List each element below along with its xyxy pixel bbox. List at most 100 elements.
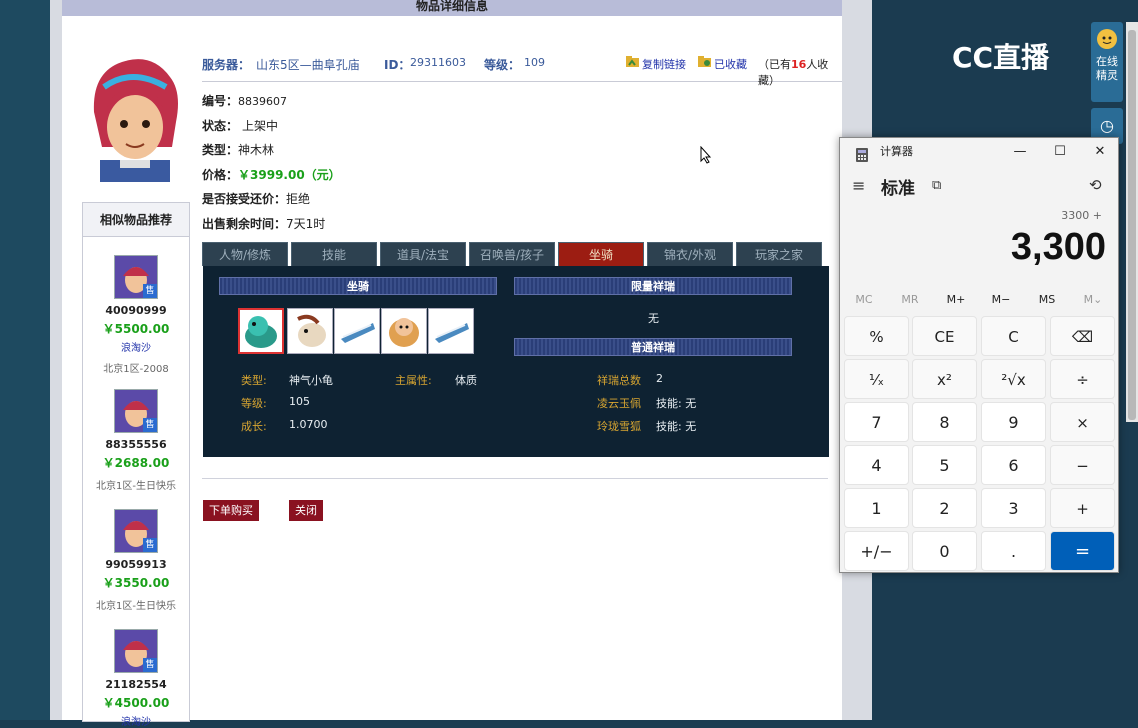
backspace-key[interactable]: ⌫	[1050, 316, 1115, 356]
tab-home[interactable]: 玩家之家	[736, 242, 822, 266]
fav-count: 16	[791, 58, 807, 71]
server-name: 北京1区-生日快乐	[96, 481, 176, 492]
item-thumbnail[interactable]: 售	[114, 255, 158, 299]
digit-6-key[interactable]: 6	[981, 445, 1046, 485]
item-price: ￥2688.00	[102, 456, 170, 470]
memory-subtract-button[interactable]: M−	[979, 293, 1023, 306]
info-row-number: 编号：8839607	[202, 92, 341, 117]
info-key: 编号：	[202, 94, 239, 108]
maximize-button[interactable]: ☐	[1040, 138, 1080, 166]
divide-key[interactable]: ÷	[1050, 359, 1115, 399]
info-key: 是否接受还价：	[202, 192, 287, 206]
copy-link-icon	[626, 56, 640, 71]
memory-list-button[interactable]: M⌄	[1071, 293, 1115, 306]
add-key[interactable]: +	[1050, 488, 1115, 528]
online-assistant-tab[interactable]: 在线精灵	[1091, 22, 1123, 102]
keep-on-top-icon[interactable]: ⧉	[932, 178, 941, 193]
info-value: 拒绝	[286, 192, 311, 206]
seller-link[interactable]: 浪淘沙	[83, 339, 189, 354]
history-icon[interactable]: ⟲	[1089, 176, 1102, 194]
similar-item[interactable]: 售 40090999 ￥5500.00 浪淘沙 北京1区-2008	[83, 255, 189, 375]
square-key[interactable]: x²	[912, 359, 977, 399]
digit-9-key[interactable]: 9	[981, 402, 1046, 442]
hamburger-menu-icon[interactable]: ≡	[852, 176, 865, 195]
close-button[interactable]: 关闭	[289, 500, 323, 521]
mouse-cursor-icon	[700, 145, 712, 167]
tab-items[interactable]: 道具/法宝	[380, 242, 466, 266]
id-value: 29311603	[410, 56, 466, 69]
mount-slot[interactable]	[238, 308, 284, 354]
square-root-key[interactable]: ²√x	[981, 359, 1046, 399]
digit-0-key[interactable]: 0	[912, 531, 977, 571]
digit-5-key[interactable]: 5	[912, 445, 977, 485]
decimal-key[interactable]: .	[981, 531, 1046, 571]
attr-level-value: 105	[289, 395, 310, 408]
mount-slot[interactable]	[334, 308, 380, 354]
memory-store-button[interactable]: MS	[1025, 293, 1069, 306]
info-value: 神木林	[238, 143, 275, 157]
mount-slot[interactable]	[428, 308, 474, 354]
tab-skills[interactable]: 技能	[291, 242, 377, 266]
scrollbar-thumb[interactable]	[1128, 30, 1136, 420]
digit-7-key[interactable]: 7	[844, 402, 909, 442]
tab-outfits[interactable]: 锦衣/外观	[647, 242, 733, 266]
seller-link[interactable]: 浪淘沙	[83, 713, 189, 728]
multiply-key[interactable]: ×	[1050, 402, 1115, 442]
subtract-key[interactable]: −	[1050, 445, 1115, 485]
attr-type-value: 神气小龟	[289, 374, 333, 387]
minimize-button[interactable]: —	[1000, 138, 1040, 166]
left-margin	[50, 0, 62, 720]
digit-8-key[interactable]: 8	[912, 402, 977, 442]
buy-button[interactable]: 下单购买	[203, 500, 259, 521]
equals-key[interactable]: =	[1050, 531, 1115, 571]
memory-clear-button[interactable]: MC	[842, 293, 886, 306]
server-name: 北京1区-生日快乐	[96, 601, 176, 612]
digit-2-key[interactable]: 2	[912, 488, 977, 528]
sale-tag: 售	[143, 284, 157, 298]
negate-key[interactable]: +/−	[844, 531, 909, 571]
percent-key[interactable]: %	[844, 316, 909, 356]
attr-level-label: 等级:	[241, 397, 267, 410]
tab-summons[interactable]: 召唤兽/孩子	[469, 242, 555, 266]
calculator-expression: 3300 +	[1061, 209, 1102, 222]
tab-character[interactable]: 人物/修炼	[202, 242, 288, 266]
item-thumbnail[interactable]: 售	[114, 629, 158, 673]
item-id: 99059913	[105, 558, 167, 571]
similar-item[interactable]: 售 21182554 ￥4500.00 浪淘沙	[83, 629, 189, 728]
limited-band: 限量祥瑞	[514, 277, 792, 295]
clear-key[interactable]: C	[981, 316, 1046, 356]
digit-3-key[interactable]: 3	[981, 488, 1046, 528]
clear-entry-key[interactable]: CE	[912, 316, 977, 356]
favorited-button[interactable]: 已收藏	[714, 56, 747, 72]
server-value: 山东5区—曲阜孔庙	[256, 58, 360, 72]
similar-items-panel: 相似物品推荐 售 40090999 ￥5500.00 浪淘沙 北京1区-2008…	[82, 202, 190, 728]
digit-1-key[interactable]: 1	[844, 488, 909, 528]
lucky-item-2-label: 玲珑雪狐	[597, 420, 641, 433]
mount-band: 坐骑	[219, 277, 497, 295]
lucky-item-2-value: 技能: 无	[656, 420, 697, 433]
info-key: 价格：	[202, 167, 239, 182]
similar-item[interactable]: 售 99059913 ￥3550.00 北京1区-生日快乐	[83, 509, 189, 612]
calculator-titlebar[interactable]: 计算器 — ☐ ✕	[840, 138, 1118, 166]
info-key: 出售剩余时间：	[202, 216, 287, 231]
item-thumbnail[interactable]: 售	[114, 389, 158, 433]
tab-mounts[interactable]: 坐骑	[558, 242, 644, 266]
item-thumbnail[interactable]: 售	[114, 509, 158, 553]
item-price: ￥3550.00	[102, 576, 170, 590]
memory-recall-button[interactable]: MR	[888, 293, 932, 306]
info-row-time-left: 出售剩余时间：7天1时	[202, 215, 341, 240]
normal-band: 普通祥瑞	[514, 338, 792, 356]
mount-slot[interactable]	[287, 308, 333, 354]
page-scrollbar[interactable]	[1126, 22, 1138, 422]
copy-link-button[interactable]: 复制链接	[642, 56, 686, 72]
mount-slot[interactable]	[381, 308, 427, 354]
digit-4-key[interactable]: 4	[844, 445, 909, 485]
memory-add-button[interactable]: M+	[934, 293, 978, 306]
attr-growth-label: 成长:	[241, 420, 267, 433]
mount-panel: 坐骑 限量祥瑞 无 普通祥瑞 类型: 神气小龟 等级: 105 成长: 1.07…	[203, 266, 829, 457]
similar-item[interactable]: 售 88355556 ￥2688.00 北京1区-生日快乐	[83, 389, 189, 492]
item-id: 88355556	[105, 438, 167, 451]
reciprocal-key[interactable]: ¹⁄ₓ	[844, 359, 909, 399]
close-window-button[interactable]: ✕	[1080, 138, 1120, 166]
server-name: 北京1区-2008	[103, 364, 169, 375]
